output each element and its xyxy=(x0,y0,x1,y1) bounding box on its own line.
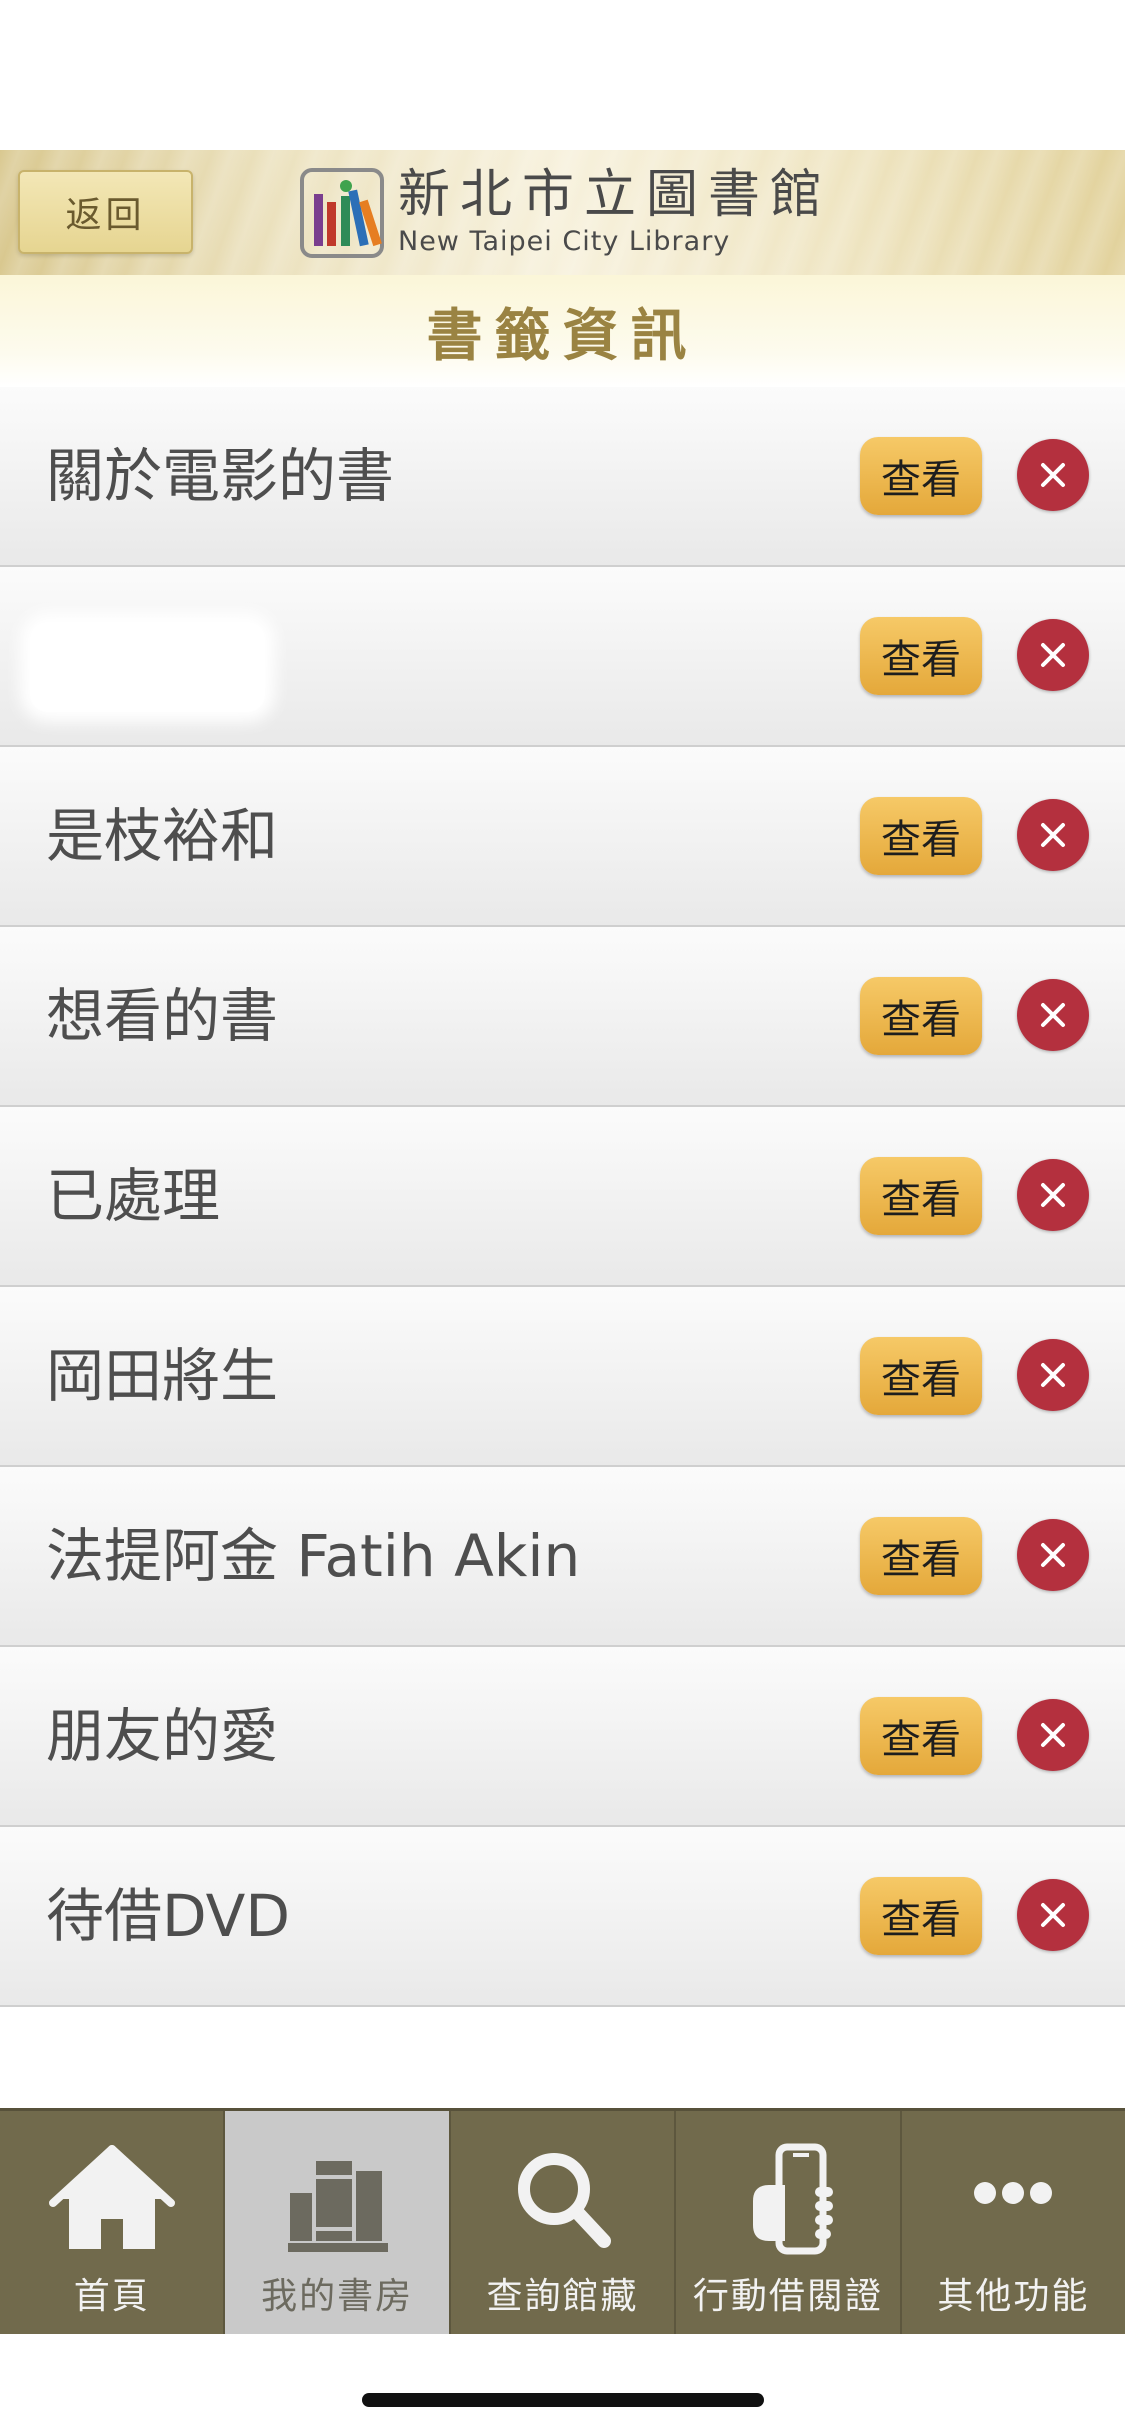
bookmark-row[interactable]: 是枝裕和 查看 xyxy=(0,747,1125,927)
view-button[interactable]: 查看 xyxy=(860,1337,982,1415)
view-button[interactable]: 查看 xyxy=(860,1157,982,1235)
bookmark-row[interactable]: 岡田將生 查看 xyxy=(0,1287,1125,1467)
tab-mobile-card-label: 行動借閱證 xyxy=(692,2276,883,2317)
bookmark-row[interactable]: 已處理 查看 xyxy=(0,1107,1125,1287)
tab-my-library-label: 我的書房 xyxy=(261,2276,414,2317)
close-icon xyxy=(1041,823,1065,847)
tab-more[interactable]: 其他功能 xyxy=(902,2111,1125,2334)
view-button[interactable]: 查看 xyxy=(860,617,982,695)
tab-search-collection-label: 查詢館藏 xyxy=(486,2276,639,2317)
delete-button[interactable] xyxy=(1017,1339,1089,1411)
delete-button[interactable] xyxy=(1017,619,1089,691)
view-button[interactable]: 查看 xyxy=(860,977,982,1055)
bookmark-row[interactable]: 想看的書 查看 xyxy=(0,927,1125,1107)
bookmark-row[interactable]: 待借DVD 查看 xyxy=(0,1827,1125,2007)
tab-home-label: 首頁 xyxy=(73,2276,150,2317)
tab-my-library[interactable]: 我的書房 xyxy=(225,2111,451,2334)
bookmark-row[interactable]: 法提阿金 Fatih Akin 查看 xyxy=(0,1467,1125,1647)
view-button[interactable]: 查看 xyxy=(860,1697,982,1775)
close-icon xyxy=(1041,1723,1065,1747)
library-logo-icon xyxy=(300,168,384,258)
tab-mobile-card[interactable]: 行動借閱證 xyxy=(676,2111,902,2334)
home-icon xyxy=(48,2145,175,2249)
view-button[interactable]: 查看 xyxy=(860,1517,982,1595)
bookmark-row[interactable]: 查看 xyxy=(0,567,1125,747)
delete-button[interactable] xyxy=(1017,1519,1089,1591)
search-icon xyxy=(517,2153,611,2248)
bookmark-label: 法提阿金 Fatih Akin xyxy=(46,1522,581,1590)
delete-button[interactable] xyxy=(1017,439,1089,511)
close-icon xyxy=(1041,1363,1065,1387)
back-button[interactable]: 返回 xyxy=(18,170,193,254)
library-name-english: New Taipei City Library xyxy=(398,226,731,257)
tab-more-label: 其他功能 xyxy=(937,2276,1090,2317)
library-name-chinese: 新北市立圖書館 xyxy=(398,165,833,225)
close-icon xyxy=(1041,1903,1065,1927)
view-button[interactable]: 查看 xyxy=(860,1877,982,1955)
bookmark-list: 關於電影的書 查看 查看 是枝裕和 查看 想看的書 查看 已處理 查看 岡田將生… xyxy=(0,387,1125,2007)
view-button[interactable]: 查看 xyxy=(860,437,982,515)
app-screen: 返回 新北市立圖書館 New Taipei City Library 書籤資訊 … xyxy=(0,0,1125,2436)
bottom-tab-bar: 首頁 我的書房 查詢館藏 行動借閱證 其他功能 xyxy=(0,2108,1125,2334)
home-indicator[interactable] xyxy=(362,2393,764,2407)
bookmark-label: 想看的書 xyxy=(46,982,279,1050)
delete-button[interactable] xyxy=(1017,799,1089,871)
bookmark-label-redacted xyxy=(30,622,265,712)
bookmark-label: 是枝裕和 xyxy=(46,802,279,870)
delete-button[interactable] xyxy=(1017,1879,1089,1951)
close-icon xyxy=(1041,643,1065,667)
app-header: 返回 新北市立圖書館 New Taipei City Library xyxy=(0,150,1125,275)
bookmark-row[interactable]: 關於電影的書 查看 xyxy=(0,387,1125,567)
close-icon xyxy=(1041,1183,1065,1207)
view-button[interactable]: 查看 xyxy=(860,797,982,875)
bookmark-row[interactable]: 朋友的愛 查看 xyxy=(0,1647,1125,1827)
page-title: 書籤資訊 xyxy=(0,275,1125,387)
mobile-card-icon xyxy=(752,2143,833,2255)
close-icon xyxy=(1041,463,1065,487)
bookmark-label: 關於電影的書 xyxy=(46,442,395,510)
library-logo: 新北市立圖書館 New Taipei City Library xyxy=(300,162,832,262)
bookmark-label: 已處理 xyxy=(46,1162,221,1230)
bookmark-label: 岡田將生 xyxy=(46,1342,279,1410)
delete-button[interactable] xyxy=(1017,1159,1089,1231)
tab-home[interactable]: 首頁 xyxy=(0,2111,226,2334)
close-icon xyxy=(1041,1543,1065,1567)
bookshelf-icon xyxy=(288,2161,389,2252)
delete-button[interactable] xyxy=(1017,1699,1089,1771)
delete-button[interactable] xyxy=(1017,979,1089,1051)
close-icon xyxy=(1041,1003,1065,1027)
bookmark-label: 朋友的愛 xyxy=(46,1702,279,1770)
tab-search-collection[interactable]: 查詢館藏 xyxy=(451,2111,677,2334)
more-icon xyxy=(974,2182,1053,2204)
bookmark-label: 待借DVD xyxy=(46,1882,290,1950)
